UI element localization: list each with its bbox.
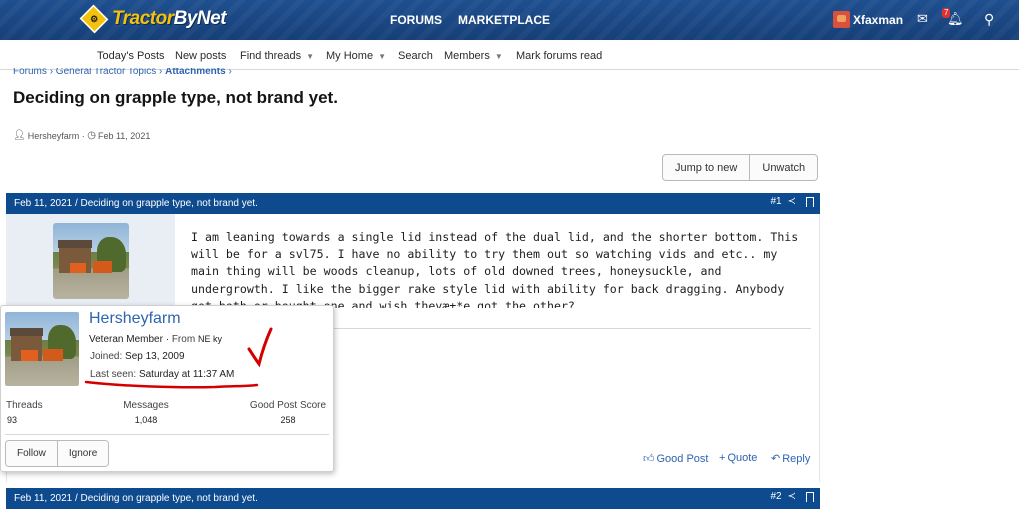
breadcrumb: Forums › General Tractor Topics › Attach… bbox=[13, 68, 232, 78]
stat-threads[interactable]: Threads 93 bbox=[6, 400, 43, 425]
member-card-title-line: Veteran Member · From NE ky bbox=[89, 334, 222, 345]
tractor-logo-icon: ⚙ bbox=[79, 4, 109, 34]
breadcrumb-general[interactable]: General Tractor Topics bbox=[56, 68, 156, 77]
search-icon[interactable]: ⚲ bbox=[984, 11, 994, 28]
ignore-button[interactable]: Ignore bbox=[56, 441, 109, 466]
subnav-find-threads-label: Find threads bbox=[240, 50, 302, 62]
stat-good-post-score[interactable]: Good Post Score 258 bbox=[246, 400, 330, 425]
meta-separator: · bbox=[79, 130, 88, 141]
bookmark-icon[interactable] bbox=[806, 491, 814, 502]
member-location: NE ky bbox=[197, 334, 222, 344]
stat-label: Messages bbox=[123, 400, 169, 411]
unwatch-button[interactable]: Unwatch bbox=[749, 155, 817, 180]
reply-label: Reply bbox=[782, 452, 811, 465]
sub-navigation: Today's Posts New posts Find threads ▼ My… bbox=[0, 40, 1019, 70]
post-header-text[interactable]: Feb 11, 2021 / Deciding on grapple type,… bbox=[14, 198, 258, 209]
chevron-down-icon: ▼ bbox=[494, 52, 503, 61]
subnav-search[interactable]: Search bbox=[398, 50, 433, 62]
nav-forums[interactable]: FORUMS bbox=[390, 0, 442, 40]
follow-button[interactable]: Follow bbox=[6, 441, 57, 466]
subnav-find-threads[interactable]: Find threads ▼ bbox=[240, 50, 314, 62]
member-tooltip-card: Hersheyfarm Veteran Member · From NE ky … bbox=[0, 305, 334, 472]
thread-title: Deciding on grapple type, not brand yet. bbox=[13, 88, 338, 107]
subnav-my-home-label: My Home bbox=[326, 50, 374, 62]
quote-label: Quote bbox=[727, 452, 758, 464]
member-card-buttons: Follow Ignore bbox=[5, 440, 110, 467]
stat-label: Threads bbox=[6, 400, 43, 411]
breadcrumb-attachments[interactable]: Attachments bbox=[165, 68, 226, 77]
subnav-members[interactable]: Members ▼ bbox=[444, 50, 503, 62]
post-number-2[interactable]: #2 bbox=[770, 491, 781, 502]
member-card-divider bbox=[5, 434, 329, 435]
thread-author[interactable]: Hersheyfarm bbox=[28, 131, 80, 141]
reply-icon: ↶ bbox=[771, 453, 781, 465]
joined-value: Sep 13, 2009 bbox=[125, 351, 185, 362]
plus-icon: + bbox=[719, 452, 726, 464]
reply-button[interactable]: ↶ Reply bbox=[771, 452, 811, 466]
last-seen-value: Saturday at 11:37 AM bbox=[138, 369, 235, 380]
breadcrumb-forums[interactable]: Forums bbox=[13, 68, 47, 77]
subnav-todays-posts[interactable]: Today's Posts bbox=[97, 50, 165, 62]
username: Xfaxman bbox=[853, 12, 904, 27]
member-card-avatar[interactable] bbox=[5, 312, 79, 386]
bookmark-icon[interactable] bbox=[806, 196, 814, 207]
good-post-label: Good Post bbox=[656, 452, 709, 465]
mail-icon[interactable]: ✉ bbox=[917, 11, 928, 27]
member-from-label: From bbox=[171, 334, 196, 345]
thumbs-up-icon: 👍︎ bbox=[643, 453, 655, 465]
user-menu[interactable]: Xfaxman bbox=[833, 11, 903, 28]
chevron-down-icon: ▼ bbox=[378, 52, 386, 61]
chevron-down-icon: ▼ bbox=[306, 52, 315, 61]
post-number[interactable]: #1 bbox=[770, 196, 781, 207]
breadcrumb-separator: › bbox=[228, 68, 232, 77]
thread-buttons: Jump to new Unwatch bbox=[662, 154, 819, 181]
user-avatar bbox=[833, 11, 850, 28]
stat-label: Good Post Score bbox=[249, 400, 327, 411]
jump-to-new-button[interactable]: Jump to new bbox=[663, 155, 749, 180]
logo-text: TractorByNet bbox=[112, 8, 227, 29]
post-header-tools: #1 ≺ bbox=[764, 196, 814, 207]
post-header: Feb 11, 2021 / Deciding on grapple type,… bbox=[6, 193, 820, 214]
share-icon[interactable]: ≺ bbox=[788, 491, 796, 502]
nav-marketplace[interactable]: MARKETPLACE bbox=[458, 0, 550, 40]
joined-label: Joined: bbox=[90, 351, 123, 362]
site-logo[interactable]: ⚙ TractorByNet bbox=[79, 4, 227, 34]
member-card-joined: Joined: Sep 13, 2009 bbox=[90, 351, 185, 362]
post-message: I am leaning towards a single lid instea… bbox=[191, 230, 799, 308]
subnav-mark-read[interactable]: Mark forums read bbox=[516, 50, 602, 62]
subnav-new-posts[interactable]: New posts bbox=[175, 50, 226, 62]
stat-value: 93 bbox=[7, 415, 18, 425]
share-icon[interactable]: ≺ bbox=[788, 196, 796, 207]
member-title: Veteran Member bbox=[89, 334, 163, 345]
top-header: ⚙ TractorByNet FORUMS MARKETPLACE Xfaxma… bbox=[0, 0, 1019, 40]
good-post-button[interactable]: 👍︎ Good Post bbox=[643, 452, 709, 466]
subnav-members-label: Members bbox=[444, 50, 490, 62]
member-card-last-seen: Last seen: Saturday at 11:37 AM bbox=[90, 369, 234, 380]
thread-date[interactable]: Feb 11, 2021 bbox=[98, 131, 150, 141]
last-seen-label: Last seen: bbox=[90, 369, 137, 380]
post-header-text-2[interactable]: Feb 11, 2021 / Deciding on grapple type,… bbox=[14, 493, 258, 504]
avatar-photo bbox=[5, 312, 79, 386]
post-header-tools-2: #2 ≺ bbox=[764, 491, 814, 502]
stat-messages[interactable]: Messages 1,048 bbox=[121, 400, 171, 425]
quote-button[interactable]: + Quote bbox=[719, 452, 757, 464]
stat-value: 1,048 bbox=[134, 415, 158, 425]
subnav-my-home[interactable]: My Home ▼ bbox=[326, 50, 386, 62]
stat-value: 258 bbox=[280, 415, 296, 425]
avatar-photo bbox=[53, 223, 129, 299]
thread-meta: 👤︎ Hersheyfarm · ◷ Feb 11, 2021 bbox=[13, 130, 150, 141]
post-avatar[interactable] bbox=[53, 223, 129, 299]
bell-icon[interactable]: 🔔︎ bbox=[947, 11, 964, 27]
member-card-name[interactable]: Hersheyfarm bbox=[89, 310, 181, 328]
clock-icon: ◷ bbox=[87, 130, 96, 141]
user-icon: 👤︎ bbox=[13, 130, 26, 141]
